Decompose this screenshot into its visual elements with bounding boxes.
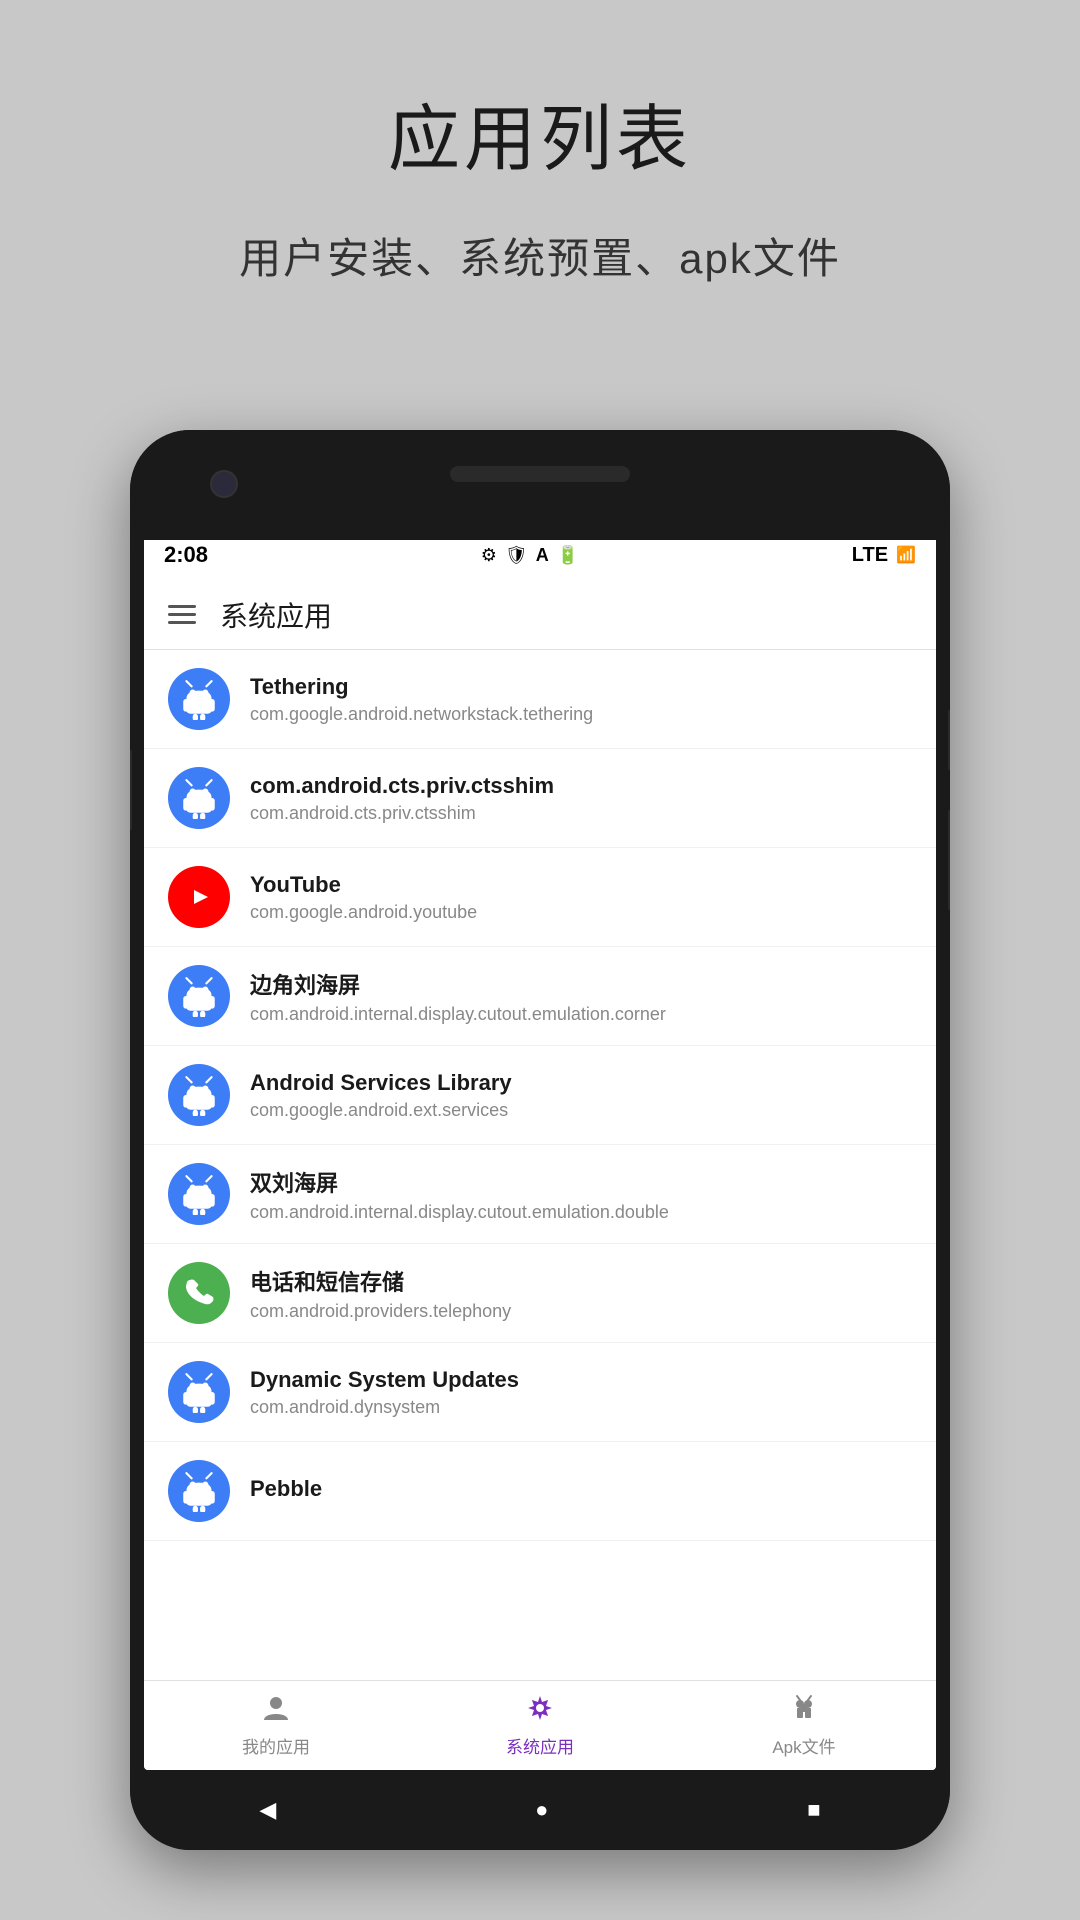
app-package: com.google.android.youtube xyxy=(250,902,912,923)
app-bar: 系统应用 xyxy=(144,580,936,650)
nav-item-my-apps[interactable]: 我的应用 xyxy=(216,1694,336,1758)
shield-status-icon: 🛡 xyxy=(505,545,528,566)
list-item[interactable]: Android Services Library com.google.andr… xyxy=(144,1046,936,1145)
app-package: com.android.cts.priv.ctsshim xyxy=(250,803,912,824)
home-button[interactable]: ● xyxy=(535,1797,548,1823)
apk-files-icon xyxy=(790,1694,818,1729)
app-list[interactable]: Tethering com.google.android.networkstac… xyxy=(144,650,936,1680)
list-item[interactable]: com.android.cts.priv.ctsshim com.android… xyxy=(144,749,936,848)
phone-speaker xyxy=(450,466,630,482)
app-package: com.google.android.networkstack.tetherin… xyxy=(250,704,912,725)
app-info: 双刘海屏 com.android.internal.display.cutout… xyxy=(250,1166,912,1223)
system-apps-icon xyxy=(526,1694,554,1729)
app-info: com.android.cts.priv.ctsshim com.android… xyxy=(250,773,912,824)
page-title: 应用列表 xyxy=(0,80,1080,185)
app-icon xyxy=(168,767,230,829)
phone-bottom-bar: ◀ ● ■ xyxy=(130,1770,950,1850)
app-name: 边角刘海屏 xyxy=(250,968,912,1000)
phone-volume-button xyxy=(948,810,950,910)
phone-power-button xyxy=(948,710,950,770)
app-info: 边角刘海屏 com.android.internal.display.cutou… xyxy=(250,968,912,1025)
app-icon xyxy=(168,668,230,730)
app-info: Dynamic System Updates com.android.dynsy… xyxy=(250,1367,912,1418)
app-bar-title: 系统应用 xyxy=(220,595,332,635)
app-icon xyxy=(168,1460,230,1522)
list-item[interactable]: Pebble xyxy=(144,1442,936,1541)
bottom-nav: 我的应用 系统应用 xyxy=(144,1680,936,1770)
page-header: 应用列表 用户安装、系统预置、apk文件 xyxy=(0,0,1080,286)
my-apps-icon xyxy=(262,1694,290,1729)
app-icon xyxy=(168,1361,230,1423)
nav-item-apk-files[interactable]: Apk文件 xyxy=(744,1694,864,1758)
phone-top-bar xyxy=(130,430,950,540)
status-icons: ⚙ 🛡 A 🔋 xyxy=(481,545,579,566)
hamburger-line-1 xyxy=(168,605,196,608)
list-item[interactable]: YouTube com.google.android.youtube xyxy=(144,848,936,947)
status-right: LTE 📶 xyxy=(852,544,916,567)
a-status-icon: A xyxy=(536,545,549,566)
app-package: com.android.dynsystem xyxy=(250,1397,912,1418)
app-info: Pebble xyxy=(250,1476,912,1506)
app-icon xyxy=(168,1163,230,1225)
list-item[interactable]: 边角刘海屏 com.android.internal.display.cutou… xyxy=(144,947,936,1046)
app-name: com.android.cts.priv.ctsshim xyxy=(250,773,912,799)
status-time: 2:08 xyxy=(164,542,208,568)
app-package: com.android.providers.telephony xyxy=(250,1301,912,1322)
app-name: 电话和短信存储 xyxy=(250,1265,912,1297)
back-button[interactable]: ◀ xyxy=(259,1797,276,1823)
app-icon xyxy=(168,1064,230,1126)
app-name: Dynamic System Updates xyxy=(250,1367,912,1393)
nav-item-system-apps[interactable]: 系统应用 xyxy=(480,1694,600,1758)
app-info: YouTube com.google.android.youtube xyxy=(250,872,912,923)
list-item[interactable]: 电话和短信存储 com.android.providers.telephony xyxy=(144,1244,936,1343)
app-name: YouTube xyxy=(250,872,912,898)
nav-label-my-apps: 我的应用 xyxy=(242,1733,310,1758)
list-item[interactable]: Dynamic System Updates com.android.dynsy… xyxy=(144,1343,936,1442)
network-type: LTE xyxy=(852,544,888,567)
page-subtitle: 用户安装、系统预置、apk文件 xyxy=(0,225,1080,286)
app-package: com.android.internal.display.cutout.emul… xyxy=(250,1202,912,1223)
app-package: com.android.internal.display.cutout.emul… xyxy=(250,1004,912,1025)
list-item[interactable]: Tethering com.google.android.networkstac… xyxy=(144,650,936,749)
app-icon xyxy=(168,1262,230,1324)
battery-status-icon: 🔋 xyxy=(557,545,579,566)
app-info: Android Services Library com.google.andr… xyxy=(250,1070,912,1121)
app-info: Tethering com.google.android.networkstac… xyxy=(250,674,912,725)
list-item[interactable]: 双刘海屏 com.android.internal.display.cutout… xyxy=(144,1145,936,1244)
nav-label-apk-files: Apk文件 xyxy=(772,1733,835,1758)
settings-status-icon: ⚙ xyxy=(481,545,497,566)
app-icon xyxy=(168,965,230,1027)
app-name: Pebble xyxy=(250,1476,912,1502)
phone-frame: 2:08 ⚙ 🛡 A 🔋 LTE 📶 系统应用 xyxy=(130,430,950,1850)
phone-camera xyxy=(210,470,238,498)
app-name: Android Services Library xyxy=(250,1070,912,1096)
app-name: Tethering xyxy=(250,674,912,700)
menu-button[interactable] xyxy=(168,605,196,624)
nav-label-system-apps: 系统应用 xyxy=(506,1733,574,1758)
recents-button[interactable]: ■ xyxy=(807,1797,820,1823)
hamburger-line-3 xyxy=(168,621,196,624)
app-name: 双刘海屏 xyxy=(250,1166,912,1198)
signal-icon: 📶 xyxy=(896,545,916,565)
phone-volume-left-button xyxy=(130,750,132,830)
phone-screen: 2:08 ⚙ 🛡 A 🔋 LTE 📶 系统应用 xyxy=(144,530,936,1770)
app-icon xyxy=(168,866,230,928)
app-package: com.google.android.ext.services xyxy=(250,1100,912,1121)
app-info: 电话和短信存储 com.android.providers.telephony xyxy=(250,1265,912,1322)
hamburger-line-2 xyxy=(168,613,196,616)
